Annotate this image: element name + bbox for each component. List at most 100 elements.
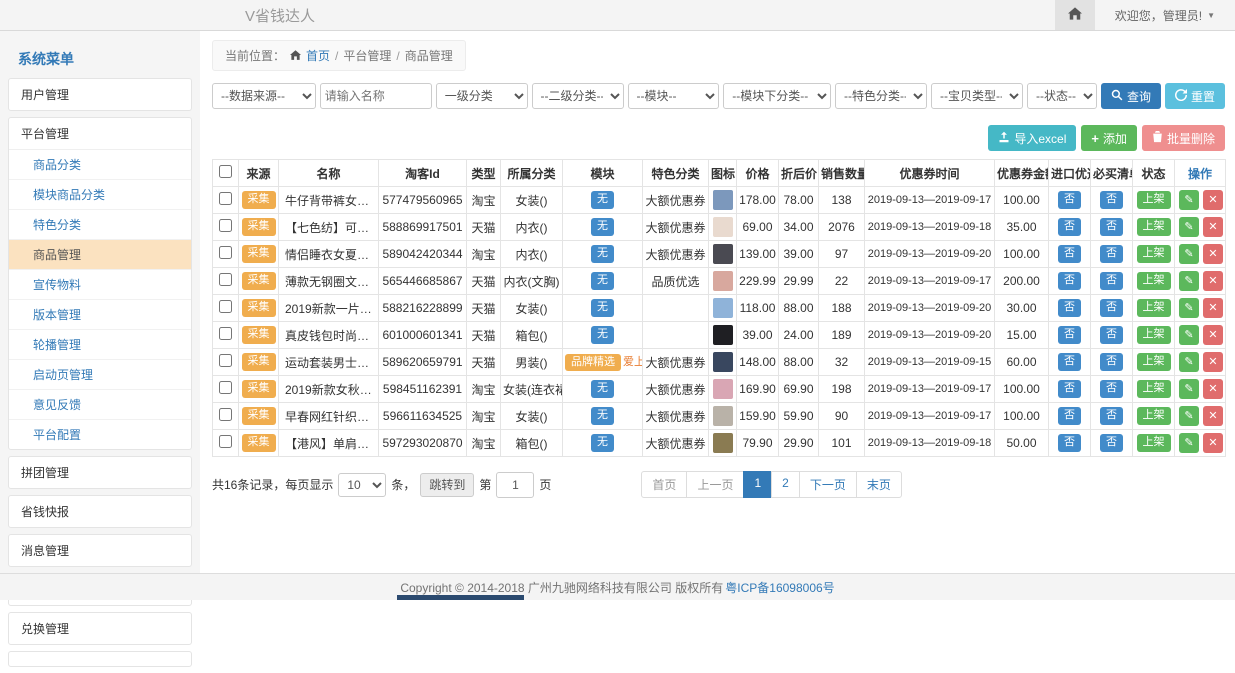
sidebar-item[interactable]: 拼团管理 <box>8 456 192 489</box>
sidebar-subitem[interactable]: 版本管理 <box>9 300 191 330</box>
import-select-toggle[interactable]: 否 <box>1058 353 1081 370</box>
import-select-toggle[interactable]: 否 <box>1058 191 1081 208</box>
row-checkbox[interactable] <box>219 327 232 340</box>
page-1-button[interactable]: 1 <box>743 471 772 498</box>
sidebar-item-user-mgmt[interactable]: 用户管理 <box>8 78 192 111</box>
sidebar-item-label[interactable]: 平台管理 <box>9 118 191 149</box>
sidebar-item[interactable]: 兑换管理 <box>8 612 192 645</box>
edit-button[interactable]: ✎ <box>1179 325 1199 345</box>
page-2-button[interactable]: 2 <box>771 471 800 498</box>
filter-feature-category-select[interactable]: --特色分类-- <box>835 83 927 109</box>
status-toggle[interactable]: 上架 <box>1137 353 1171 370</box>
delete-button[interactable]: ✕ <box>1203 244 1223 264</box>
page-first-button[interactable]: 首页 <box>641 471 687 498</box>
sidebar-subitem[interactable]: 商品管理 <box>9 240 191 270</box>
edit-button[interactable]: ✎ <box>1179 433 1199 453</box>
import-select-toggle[interactable]: 否 <box>1058 272 1081 289</box>
delete-button[interactable]: ✕ <box>1203 271 1223 291</box>
must-buy-toggle[interactable]: 否 <box>1100 326 1123 343</box>
breadcrumb-home-link[interactable]: 首页 <box>306 47 330 64</box>
must-buy-toggle[interactable]: 否 <box>1100 407 1123 424</box>
import-select-toggle[interactable]: 否 <box>1058 245 1081 262</box>
page-last-button[interactable]: 末页 <box>856 471 902 498</box>
status-toggle[interactable]: 上架 <box>1137 380 1171 397</box>
must-buy-toggle[interactable]: 否 <box>1100 353 1123 370</box>
row-checkbox[interactable] <box>219 354 232 367</box>
filter-item-type-select[interactable]: --宝贝类型-- <box>931 83 1023 109</box>
import-select-toggle[interactable]: 否 <box>1058 299 1081 316</box>
reset-button[interactable]: 重置 <box>1165 83 1225 109</box>
must-buy-toggle[interactable]: 否 <box>1100 218 1123 235</box>
status-toggle[interactable]: 上架 <box>1137 245 1171 262</box>
delete-button[interactable]: ✕ <box>1203 325 1223 345</box>
status-toggle[interactable]: 上架 <box>1137 272 1171 289</box>
filter-level2-category-select[interactable]: --二级分类-- <box>532 83 624 109</box>
filter-status-select[interactable]: --状态-- <box>1027 83 1097 109</box>
batch-delete-button[interactable]: 批量删除 <box>1142 125 1225 151</box>
filter-module-select[interactable]: --模块-- <box>628 83 720 109</box>
must-buy-toggle[interactable]: 否 <box>1100 191 1123 208</box>
delete-button[interactable]: ✕ <box>1203 433 1223 453</box>
home-button[interactable] <box>1055 0 1095 30</box>
sidebar-subitem[interactable]: 商品分类 <box>9 150 191 180</box>
delete-button[interactable]: ✕ <box>1203 352 1223 372</box>
delete-button[interactable]: ✕ <box>1203 406 1223 426</box>
status-toggle[interactable]: 上架 <box>1137 407 1171 424</box>
sidebar-item[interactable]: 消息管理 <box>8 534 192 567</box>
status-toggle[interactable]: 上架 <box>1137 191 1171 208</box>
import-excel-button[interactable]: 导入excel <box>988 125 1076 151</box>
row-checkbox[interactable] <box>219 246 232 259</box>
user-menu[interactable]: 欢迎您，管理员! ▼ <box>1095 0 1235 30</box>
row-checkbox[interactable] <box>219 273 232 286</box>
jump-button[interactable]: 跳转到 <box>420 473 474 497</box>
row-checkbox[interactable] <box>219 300 232 313</box>
search-button[interactable]: 查询 <box>1101 83 1161 109</box>
page-size-select[interactable]: 10 <box>338 473 386 497</box>
sidebar-subitem[interactable]: 平台配置 <box>9 420 191 449</box>
status-toggle[interactable]: 上架 <box>1137 299 1171 316</box>
filter-module-subcategory-select[interactable]: --模块下分类-- <box>723 83 831 109</box>
delete-button[interactable]: ✕ <box>1203 379 1223 399</box>
edit-button[interactable]: ✎ <box>1179 379 1199 399</box>
import-select-toggle[interactable]: 否 <box>1058 218 1081 235</box>
row-checkbox[interactable] <box>219 381 232 394</box>
sidebar-subitem[interactable]: 意见反馈 <box>9 390 191 420</box>
status-toggle[interactable]: 上架 <box>1137 326 1171 343</box>
edit-button[interactable]: ✎ <box>1179 406 1199 426</box>
must-buy-toggle[interactable]: 否 <box>1100 245 1123 262</box>
jump-page-input[interactable] <box>496 472 534 498</box>
row-checkbox[interactable] <box>219 192 232 205</box>
status-toggle[interactable]: 上架 <box>1137 218 1171 235</box>
import-select-toggle[interactable]: 否 <box>1058 407 1081 424</box>
row-checkbox[interactable] <box>219 408 232 421</box>
import-select-toggle[interactable]: 否 <box>1058 326 1081 343</box>
delete-button[interactable]: ✕ <box>1203 298 1223 318</box>
sidebar-subitem[interactable]: 模块商品分类 <box>9 180 191 210</box>
edit-button[interactable]: ✎ <box>1179 244 1199 264</box>
import-select-toggle[interactable]: 否 <box>1058 380 1081 397</box>
delete-button[interactable]: ✕ <box>1203 190 1223 210</box>
sidebar-subitem[interactable]: 宣传物料 <box>9 270 191 300</box>
delete-button[interactable]: ✕ <box>1203 217 1223 237</box>
edit-button[interactable]: ✎ <box>1179 217 1199 237</box>
row-checkbox[interactable] <box>219 435 232 448</box>
sidebar-item[interactable]: 省钱快报 <box>8 495 192 528</box>
filter-level1-category-select[interactable]: 一级分类 <box>436 83 528 109</box>
sidebar-subitem[interactable]: 轮播管理 <box>9 330 191 360</box>
page-next-button[interactable]: 下一页 <box>799 471 857 498</box>
must-buy-toggle[interactable]: 否 <box>1100 434 1123 451</box>
add-button[interactable]: + 添加 <box>1081 125 1137 151</box>
select-all-checkbox[interactable] <box>219 165 232 178</box>
edit-button[interactable]: ✎ <box>1179 271 1199 291</box>
sidebar-subitem[interactable]: 特色分类 <box>9 210 191 240</box>
icp-link[interactable]: 粤ICP备16098006号 <box>725 579 834 596</box>
filter-data-source-select[interactable]: --数据来源-- <box>212 83 316 109</box>
edit-button[interactable]: ✎ <box>1179 190 1199 210</box>
status-toggle[interactable]: 上架 <box>1137 434 1171 451</box>
import-select-toggle[interactable]: 否 <box>1058 434 1081 451</box>
must-buy-toggle[interactable]: 否 <box>1100 299 1123 316</box>
row-checkbox[interactable] <box>219 219 232 232</box>
edit-button[interactable]: ✎ <box>1179 352 1199 372</box>
page-prev-button[interactable]: 上一页 <box>686 471 744 498</box>
must-buy-toggle[interactable]: 否 <box>1100 380 1123 397</box>
